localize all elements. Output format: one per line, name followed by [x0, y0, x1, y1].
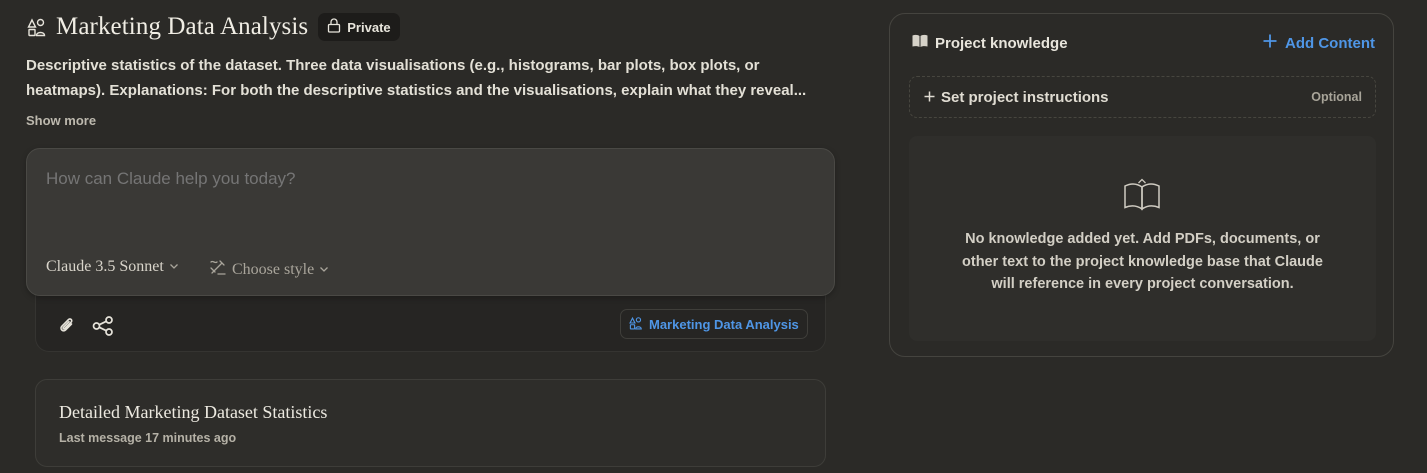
book-icon — [1123, 178, 1161, 217]
set-instructions-button[interactable]: Set project instructions Optional — [909, 76, 1376, 118]
add-content-button[interactable]: Add Content — [1263, 34, 1375, 52]
empty-state-line: will reference in every project conversa… — [991, 276, 1294, 292]
chevron-down-icon — [319, 261, 329, 279]
paperclip-icon[interactable] — [55, 314, 79, 338]
book-icon — [912, 34, 928, 52]
page-title: Marketing Data Analysis — [56, 13, 309, 40]
project-chip[interactable]: Marketing Data Analysis — [620, 309, 808, 339]
style-icon — [209, 258, 227, 281]
chat-timestamp: Last message 17 minutes ago — [59, 431, 237, 445]
project-header: Marketing Data Analysis Private — [26, 12, 400, 42]
panel-heading: Project knowledge — [912, 34, 1068, 52]
plus-icon — [924, 89, 935, 106]
lock-icon — [327, 18, 341, 36]
description-line: Descriptive statistics of the dataset. T… — [26, 57, 760, 74]
project-knowledge-panel: Project knowledge Add Content Set projec… — [889, 13, 1394, 357]
project-chip-label: Marketing Data Analysis — [649, 316, 799, 332]
empty-state-line: No knowledge added yet. Add PDFs, docume… — [965, 231, 1320, 247]
show-more-link[interactable]: Show more — [26, 113, 96, 128]
project-icon — [26, 16, 48, 38]
chat-title: Detailed Marketing Dataset Statistics — [59, 402, 328, 422]
style-selector[interactable]: Choose style — [209, 258, 329, 281]
model-label: Claude 3.5 Sonnet — [46, 258, 164, 275]
chevron-down-icon — [169, 258, 179, 276]
knowledge-empty-state: No knowledge added yet. Add PDFs, docume… — [909, 136, 1376, 341]
panel-title: Project knowledge — [935, 34, 1068, 52]
chat-list-item[interactable]: Detailed Marketing Dataset Statistics La… — [35, 379, 826, 467]
visibility-badge[interactable]: Private — [318, 13, 400, 41]
message-composer: Claude 3.5 Sonnet Choose style — [26, 148, 835, 296]
project-description: Descriptive statistics of the dataset. T… — [26, 53, 836, 103]
visibility-label: Private — [347, 19, 391, 35]
add-content-label: Add Content — [1285, 34, 1375, 52]
empty-state-text: No knowledge added yet. Add PDFs, docume… — [949, 228, 1336, 296]
empty-state-line: other text to the project knowledge base… — [962, 253, 1323, 270]
project-icon — [629, 316, 643, 333]
share-icon[interactable] — [91, 314, 115, 338]
description-line: heatmaps). Explanations: For both the de… — [26, 82, 807, 99]
plus-icon — [1263, 34, 1277, 52]
optional-label: Optional — [1311, 90, 1362, 104]
message-input[interactable] — [46, 169, 806, 189]
style-label: Choose style — [232, 260, 315, 278]
instructions-label: Set project instructions — [941, 88, 1109, 106]
model-selector[interactable]: Claude 3.5 Sonnet — [46, 258, 179, 276]
